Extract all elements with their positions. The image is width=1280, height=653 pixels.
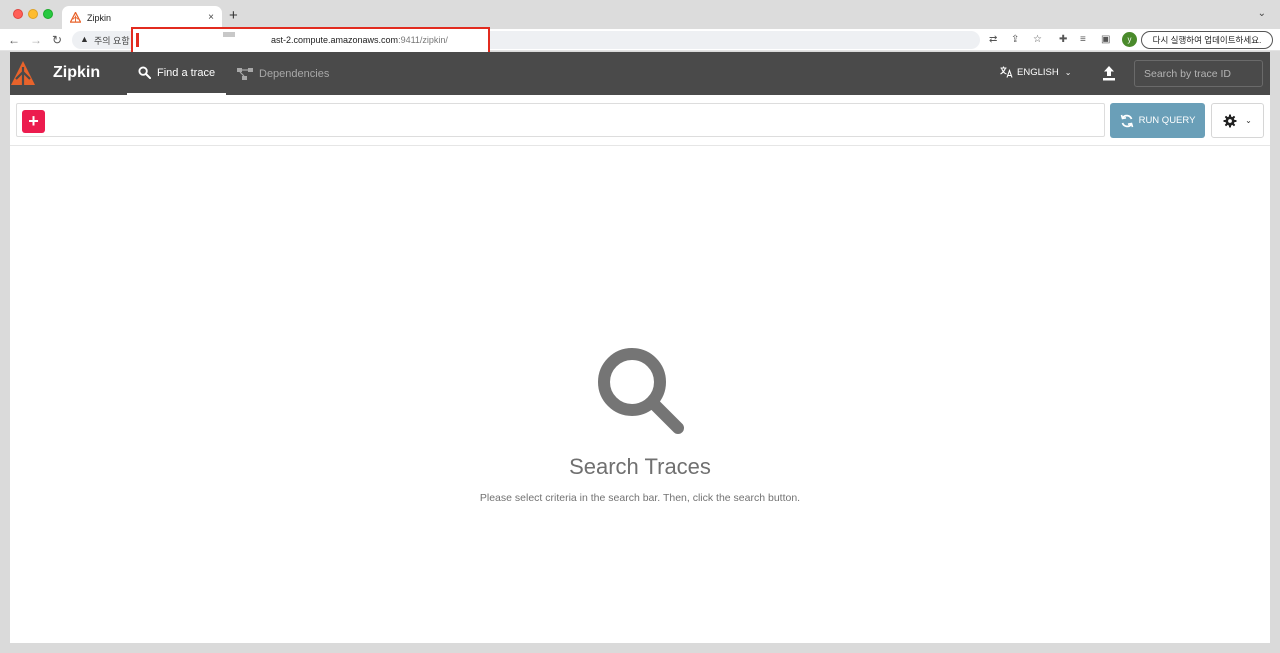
url-path: :9411/zipkin/ (398, 35, 448, 45)
zipkin-page: Zipkin Find a trace Dependencies ENGLISH… (10, 52, 1270, 643)
warning-triangle-icon: ▲ (80, 34, 89, 44)
browser-titlebar: Zipkin × + ⌄ (0, 0, 1280, 29)
chevron-down-icon: ⌄ (1064, 67, 1072, 77)
side-panel-icon[interactable]: ▣ (1101, 33, 1110, 47)
translate-language-icon (1000, 66, 1013, 78)
url-redaction-blur (223, 32, 235, 37)
language-label: ENGLISH (1017, 66, 1059, 78)
tab-title: Zipkin (87, 12, 112, 23)
tab-find-a-trace[interactable]: Find a trace (127, 52, 227, 95)
tab-dependencies[interactable]: Dependencies (226, 52, 340, 95)
upload-icon[interactable] (1099, 63, 1119, 83)
translate-icon[interactable]: ⇄ (989, 33, 997, 47)
extensions-puzzle-icon[interactable]: ✚ (1059, 33, 1067, 47)
gear-icon (1223, 114, 1237, 127)
maximize-window-button[interactable] (43, 9, 53, 19)
search-criteria-field[interactable]: + (16, 103, 1105, 137)
language-selector[interactable]: ENGLISH ⌄ (1000, 66, 1071, 78)
back-arrow-icon[interactable]: ← (8, 32, 20, 48)
profile-avatar[interactable]: y (1122, 32, 1137, 47)
browser-tab[interactable]: Zipkin × (62, 6, 222, 29)
trace-id-search-input[interactable] (1134, 60, 1263, 87)
minimize-window-button[interactable] (28, 9, 38, 19)
url-text: ast-2.compute.amazonaws.com:9411/zipkin/ (271, 35, 448, 45)
run-query-label: RUN QUERY (1138, 115, 1196, 126)
search-icon (138, 66, 151, 79)
chevron-down-icon: ⌄ (1245, 116, 1252, 125)
empty-state-subtitle: Please select criteria in the search bar… (479, 492, 801, 504)
url-host: ast-2.compute.amazonaws.com (271, 35, 399, 45)
tab-close-icon[interactable]: × (208, 12, 214, 23)
share-icon[interactable]: ⇪ (1011, 33, 1019, 47)
browser-window: Zipkin × + ⌄ ← → ↻ ▲ 주의 요함 ⇄ ⇪ ☆ ✚ ≡ ▣ y… (0, 0, 1280, 653)
empty-state-title: Search Traces (569, 454, 711, 479)
query-bar: + RUN QUERY ⌄ (10, 95, 1270, 146)
media-queue-icon[interactable]: ≡ (1080, 33, 1086, 47)
close-window-button[interactable] (13, 9, 23, 19)
tab-dependencies-label: Dependencies (259, 67, 330, 80)
app-header: Zipkin Find a trace Dependencies ENGLISH… (10, 52, 1270, 95)
new-tab-button[interactable]: + (229, 6, 238, 26)
app-brand[interactable]: Zipkin (53, 64, 100, 82)
run-query-button[interactable]: RUN QUERY (1110, 103, 1205, 138)
tab-search-chevron-icon[interactable]: ⌄ (1258, 8, 1266, 19)
security-warning-label: 주의 요함 (94, 36, 130, 46)
bookmark-star-icon[interactable]: ☆ (1033, 33, 1042, 47)
forward-arrow-icon[interactable]: → (30, 32, 42, 48)
search-traces-magnifier-icon (598, 348, 684, 434)
zipkin-logo-icon[interactable] (10, 59, 36, 87)
update-button[interactable]: 다시 실행하여 업데이트하세요. (1141, 31, 1273, 49)
reload-icon[interactable]: ↻ (52, 32, 62, 48)
tab-find-a-trace-label: Find a trace (157, 66, 216, 79)
url-redaction-mark (136, 33, 139, 47)
dependencies-graph-icon (237, 67, 253, 80)
settings-menu-button[interactable]: ⌄ (1211, 103, 1264, 138)
refresh-icon (1120, 114, 1133, 127)
add-criteria-button[interactable]: + (22, 110, 45, 133)
zipkin-favicon-icon (70, 12, 81, 23)
